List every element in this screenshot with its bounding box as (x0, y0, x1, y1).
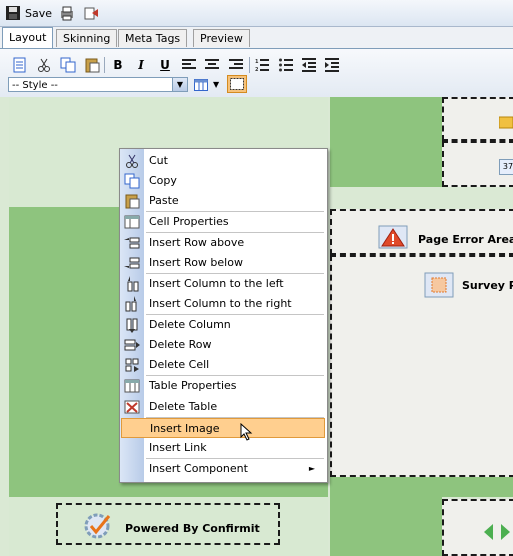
navigation-arrows-icon (484, 524, 510, 540)
counter-badge: 37 (499, 159, 513, 175)
tab-layout[interactable]: Layout (2, 27, 54, 48)
menu-item-cut[interactable]: Cut (120, 151, 325, 171)
page-error-area-label: Page Error Area (418, 233, 513, 246)
tab-skinning[interactable]: Skinning (56, 29, 118, 47)
delete-row-icon (124, 339, 140, 351)
underline-button[interactable]: U (155, 56, 175, 74)
align-left-button[interactable] (179, 56, 199, 74)
menu-item-copy[interactable]: Copy (120, 171, 325, 191)
tab-preview[interactable]: Preview (193, 29, 250, 47)
menu-item-insert-component[interactable]: Insert Component ► (120, 459, 325, 479)
save-label: Save (25, 6, 53, 20)
table-properties-icon (124, 379, 140, 393)
context-menu: Cut Copy Paste Cell Properties Insert Ro… (119, 148, 328, 483)
menu-item-delete-row[interactable]: Delete Row (120, 335, 325, 355)
copy-button[interactable] (58, 56, 78, 74)
save-button[interactable]: Save (5, 4, 52, 22)
insert-column-left-icon (127, 276, 139, 292)
paste-icon (85, 58, 100, 73)
copy-icon (124, 173, 140, 189)
print-button[interactable] (59, 4, 75, 22)
powered-by-box[interactable]: Powered By Confirmit (56, 503, 280, 545)
table-cell[interactable] (330, 141, 442, 187)
survey-label: Survey Pa (462, 279, 513, 292)
tab-meta-tags[interactable]: Meta Tags (118, 29, 188, 47)
cut-button[interactable] (34, 56, 54, 74)
save-icon (5, 5, 21, 21)
table-cell[interactable] (330, 477, 513, 497)
component-box[interactable]: 37 (442, 141, 513, 187)
outdent-button[interactable] (299, 56, 319, 74)
undo-button[interactable] (84, 4, 100, 22)
scissors-icon (38, 58, 50, 72)
align-right-icon (229, 59, 243, 69)
menu-item-cell-properties[interactable]: Cell Properties (120, 212, 325, 232)
survey-box[interactable]: Survey Pa (330, 255, 513, 477)
table-icon (194, 78, 208, 91)
menu-item-paste[interactable]: Paste (120, 191, 325, 211)
tab-bar: Layout Skinning Meta Tags Preview (0, 27, 513, 49)
paste-button[interactable] (82, 56, 102, 74)
align-left-icon (182, 59, 196, 69)
delete-cell-icon (125, 358, 139, 372)
indent-button[interactable] (322, 56, 342, 74)
warning-icon (378, 225, 408, 249)
delete-table-icon (124, 400, 140, 414)
align-center-icon (205, 59, 219, 69)
submenu-arrow-icon: ► (308, 464, 315, 473)
align-center-button[interactable] (202, 56, 222, 74)
borders-icon (230, 78, 244, 90)
style-select-value: -- Style -- (12, 80, 58, 91)
document-icon (13, 57, 26, 73)
menu-item-table-properties[interactable]: Table Properties (120, 376, 325, 396)
menu-item-insert-row-below[interactable]: Insert Row below (120, 253, 325, 273)
new-document-button[interactable] (10, 56, 30, 74)
top-toolbar: Save (0, 0, 513, 27)
menu-item-insert-link[interactable]: Insert Link (120, 438, 325, 458)
svg-text:1: 1 (255, 59, 259, 65)
numbered-list-icon: 12 (255, 59, 269, 72)
italic-button[interactable]: I (131, 56, 151, 74)
folder-icon (499, 116, 513, 129)
table-dropdown-arrow-icon[interactable]: ▼ (213, 80, 219, 89)
table-button[interactable] (193, 77, 209, 92)
insert-row-below-icon (124, 257, 140, 269)
align-right-button[interactable] (226, 56, 246, 74)
menu-item-delete-column[interactable]: Delete Column (120, 315, 325, 335)
component-box[interactable] (442, 97, 513, 141)
component-box[interactable] (442, 499, 513, 556)
style-select[interactable]: -- Style -- ▼ (8, 77, 188, 92)
cell-properties-icon (124, 215, 140, 229)
bold-button[interactable]: B (108, 56, 128, 74)
survey-icon (424, 272, 454, 298)
insert-row-above-icon (124, 237, 140, 249)
table-cell[interactable] (330, 97, 442, 141)
print-icon (59, 5, 75, 21)
bulleted-list-icon (279, 58, 293, 72)
menu-item-insert-column-left[interactable]: Insert Column to the left (120, 274, 325, 294)
show-borders-button[interactable] (227, 75, 247, 93)
copy-icon (60, 57, 76, 73)
numbered-list-button[interactable]: 12 (252, 56, 272, 74)
outdent-icon (302, 58, 316, 72)
menu-item-insert-image[interactable]: Insert Image (121, 418, 325, 441)
chevron-down-icon: ▼ (172, 78, 187, 91)
undo-icon (84, 5, 100, 21)
menu-item-insert-row-above[interactable]: Insert Row above (120, 233, 325, 253)
bulleted-list-button[interactable] (276, 56, 296, 74)
indent-icon (325, 58, 339, 72)
svg-text:2: 2 (255, 67, 259, 72)
menu-item-insert-column-right[interactable]: Insert Column to the right (120, 294, 325, 314)
insert-column-right-icon (125, 296, 137, 312)
menu-item-delete-table[interactable]: Delete Table (120, 397, 325, 417)
delete-column-icon (126, 318, 138, 333)
powered-by-label: Powered By Confirmit (125, 522, 260, 535)
cut-icon (126, 154, 138, 168)
table-cell[interactable] (330, 497, 442, 556)
page-error-area-box[interactable]: Page Error Area (330, 209, 513, 255)
menu-item-delete-cell[interactable]: Delete Cell (120, 355, 325, 375)
paste-icon (125, 194, 140, 209)
confirmit-logo-icon (84, 513, 111, 539)
